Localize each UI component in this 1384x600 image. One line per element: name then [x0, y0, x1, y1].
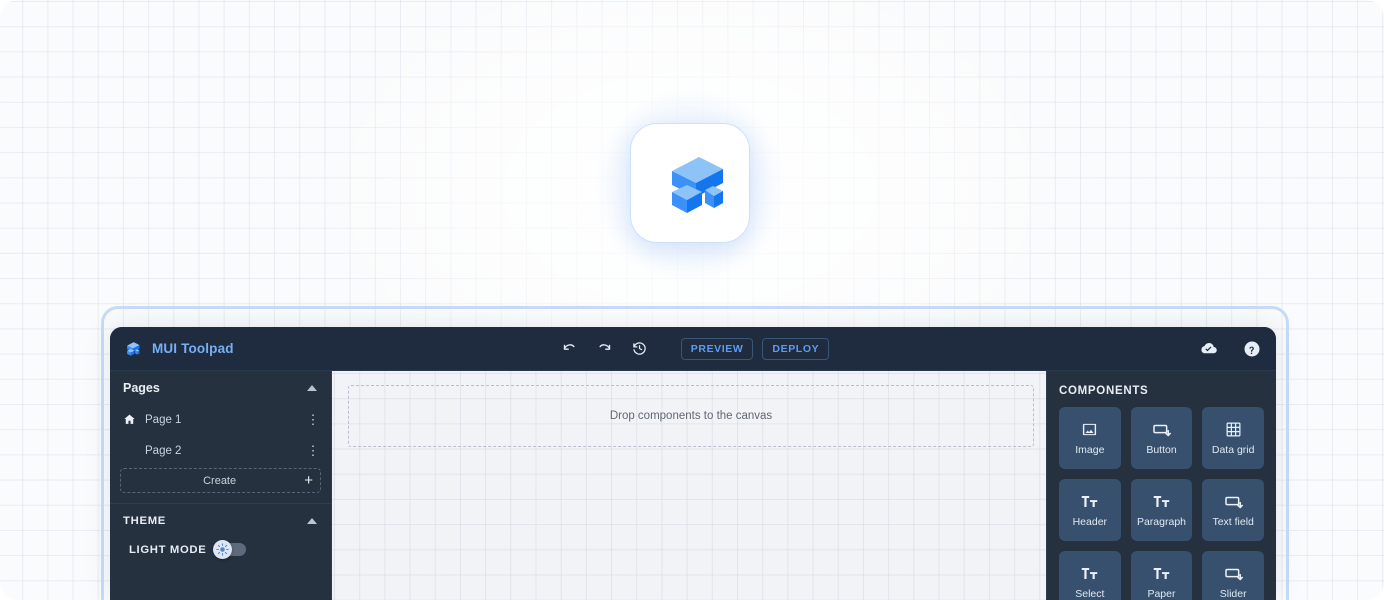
component-data-grid[interactable]: Data grid: [1202, 407, 1264, 469]
component-paper[interactable]: Paper: [1131, 551, 1193, 600]
theme-section-header[interactable]: THEME: [110, 504, 331, 537]
button-icon: [1224, 492, 1243, 512]
sidebar-item-page-2[interactable]: Page 2 ⋮: [110, 435, 331, 466]
components-panel-title: COMPONENTS: [1059, 385, 1264, 397]
text-format-icon: [1152, 564, 1171, 584]
history-icon: [632, 341, 647, 356]
component-label: Text field: [1212, 517, 1253, 529]
component-paragraph[interactable]: Paragraph: [1131, 479, 1193, 541]
toolpad-logo-icon: [651, 144, 729, 222]
dropzone-text: Drop components to the canvas: [610, 410, 772, 422]
cloud-done-icon: [1199, 339, 1218, 358]
header-actions: [1195, 336, 1265, 362]
save-status-button[interactable]: [1195, 336, 1221, 362]
pages-section-header[interactable]: Pages: [110, 371, 331, 404]
pages-section-title: Pages: [123, 381, 160, 395]
toolpad-app-window: MUI Toolpad: [110, 327, 1276, 600]
image-icon: [1081, 420, 1098, 440]
kebab-menu-icon[interactable]: ⋮: [306, 447, 320, 455]
create-label: Create: [121, 475, 304, 487]
app-header: MUI Toolpad: [110, 327, 1276, 371]
app-body: Pages Page 1 ⋮ Page 2 ⋮: [110, 371, 1276, 600]
theme-section-title: THEME: [123, 515, 166, 527]
preview-button[interactable]: PREVIEW: [681, 338, 754, 360]
component-label: Slider: [1220, 589, 1247, 600]
undo-icon: [562, 341, 577, 356]
text-format-icon: [1152, 492, 1171, 512]
component-header[interactable]: Header: [1059, 479, 1121, 541]
sun-icon: [216, 543, 229, 556]
header-toolbar: PREVIEW DEPLOY: [110, 336, 1276, 362]
button-icon: [1152, 420, 1171, 440]
grid-icon: [1225, 420, 1242, 440]
component-text-field[interactable]: Text field: [1202, 479, 1264, 541]
hero-logo-tile: [630, 123, 750, 243]
component-select[interactable]: Select: [1059, 551, 1121, 600]
help-circle-icon: [1243, 340, 1261, 358]
component-label: Button: [1146, 445, 1176, 457]
page-label: Page 1: [145, 414, 298, 426]
light-mode-label: LIGHT MODE: [129, 544, 206, 556]
component-button[interactable]: Button: [1131, 407, 1193, 469]
page-label: Page 2: [145, 445, 298, 457]
create-page-button[interactable]: Create +: [120, 468, 321, 493]
deploy-button[interactable]: DEPLOY: [762, 338, 829, 360]
component-image[interactable]: Image: [1059, 407, 1121, 469]
component-label: Image: [1075, 445, 1104, 457]
toggle-knob: [213, 540, 232, 559]
plus-icon[interactable]: +: [304, 473, 313, 488]
components-grid: Image Button: [1059, 407, 1264, 600]
history-button[interactable]: [627, 336, 653, 362]
canvas-dropzone[interactable]: Drop components to the canvas: [348, 385, 1034, 447]
chevron-up-icon[interactable]: [307, 518, 317, 524]
left-sidebar: Pages Page 1 ⋮ Page 2 ⋮: [110, 371, 332, 600]
component-label: Data grid: [1212, 445, 1255, 457]
button-icon: [1224, 564, 1243, 584]
sidebar-item-page-1[interactable]: Page 1 ⋮: [110, 404, 331, 435]
component-label: Paper: [1147, 589, 1175, 600]
light-mode-row: LIGHT MODE: [110, 537, 331, 556]
undo-button[interactable]: [557, 336, 583, 362]
kebab-menu-icon[interactable]: ⋮: [306, 416, 320, 424]
text-format-icon: [1080, 564, 1099, 584]
canvas-area[interactable]: Drop components to the canvas: [332, 371, 1046, 600]
component-slider[interactable]: Slider: [1202, 551, 1264, 600]
home-icon: [123, 413, 137, 426]
component-label: Paragraph: [1137, 517, 1186, 529]
text-format-icon: [1080, 492, 1099, 512]
redo-icon: [597, 341, 612, 356]
redo-button[interactable]: [592, 336, 618, 362]
chevron-up-icon[interactable]: [307, 385, 317, 391]
component-label: Header: [1073, 517, 1107, 529]
light-mode-toggle[interactable]: [215, 543, 246, 556]
hero-logo: [613, 108, 767, 262]
components-panel: COMPONENTS Image: [1046, 371, 1276, 600]
help-button[interactable]: [1239, 336, 1265, 362]
component-label: Select: [1075, 589, 1104, 600]
